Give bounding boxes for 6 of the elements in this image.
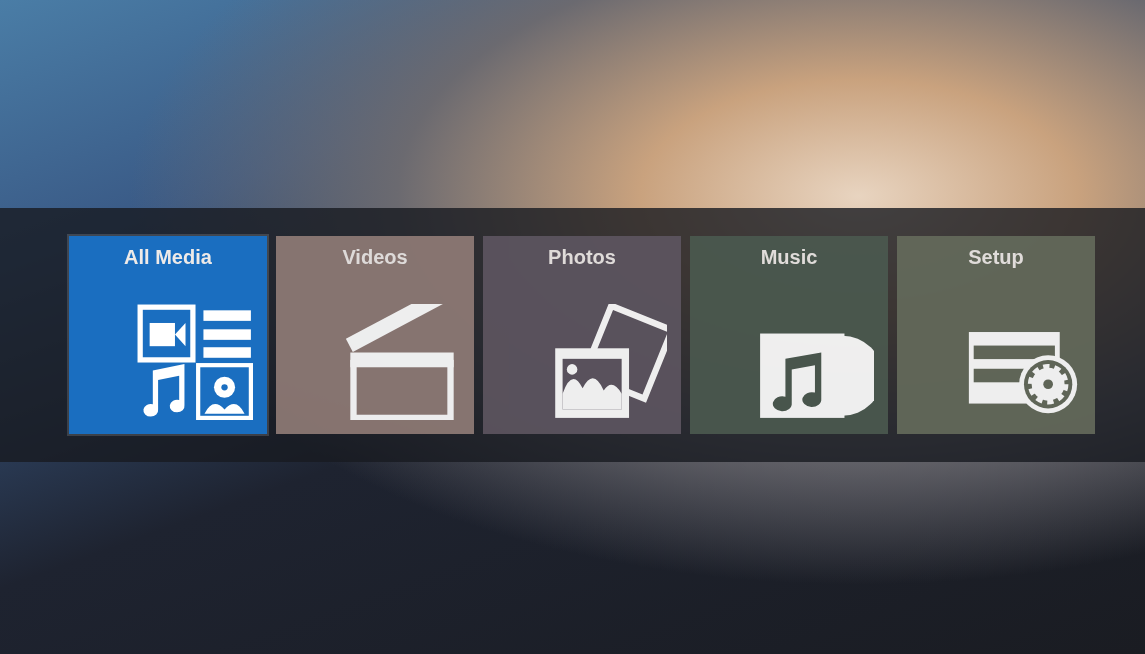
menu-tile[interactable]: Photos [483, 236, 681, 434]
menu-tile[interactable]: Music [690, 236, 888, 434]
menu-tile[interactable]: Videos [276, 236, 474, 434]
media-grid-icon [137, 304, 253, 420]
menu-tile[interactable]: All Media [69, 236, 267, 434]
menu-tile[interactable]: Setup [897, 236, 1095, 434]
